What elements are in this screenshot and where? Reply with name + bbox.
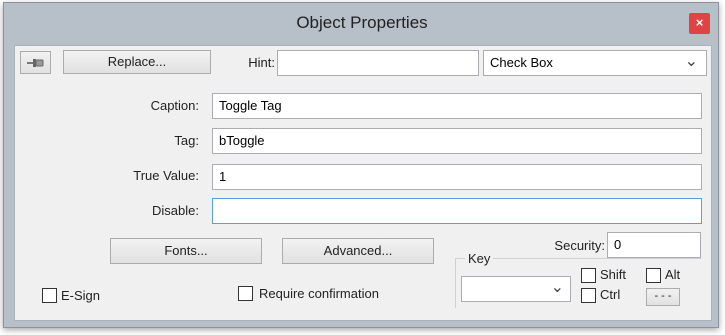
disable-label: Disable: [152,203,199,218]
pushpin-icon [26,59,43,67]
key-select[interactable]: ⌄ [461,276,571,302]
object-type-select[interactable]: Check Box ⌄ [483,50,707,76]
require-confirmation-checkbox[interactable] [238,286,253,301]
key-chevron-down-icon: ⌄ [550,279,564,296]
tag-label: Tag: [174,133,199,148]
disable-input[interactable] [212,198,702,224]
require-confirmation-label: Require confirmation [259,286,379,301]
security-label: Security: [554,238,605,253]
fonts-button[interactable]: Fonts... [110,238,262,264]
hint-label: Hint: [248,55,275,70]
alt-checkbox[interactable] [646,268,661,283]
shift-checkbox[interactable] [581,268,596,283]
chevron-down-icon: ⌄ [684,53,698,70]
more-keys-button[interactable]: - - - [646,288,680,306]
close-button[interactable]: × [689,13,710,34]
esign-label: E-Sign [61,288,101,303]
ctrl-checkbox[interactable] [581,288,596,303]
shift-label: Shift [600,267,627,282]
ctrl-label: Ctrl [600,287,621,302]
caption-input[interactable]: Toggle Tag [212,93,702,119]
pin-button[interactable] [20,51,51,74]
true-value-input[interactable]: 1 [212,164,702,190]
close-icon: × [695,15,704,30]
window-title: Object Properties [296,13,428,32]
caption-label: Caption: [150,98,199,113]
dialog-client-area: Replace... Hint: Check Box ⌄ Caption: To… [14,45,712,321]
alt-label: Alt [665,267,681,282]
object-properties-window: Object Properties × Replace... Hint: Che… [3,2,719,328]
key-group-label: Key [465,251,494,266]
replace-button[interactable]: Replace... [63,50,211,74]
security-input[interactable]: 0 [607,232,701,258]
tag-input[interactable]: bToggle [212,128,702,154]
advanced-button[interactable]: Advanced... [282,238,434,264]
true-value-label: True Value: [133,168,199,183]
object-type-value: Check Box [490,55,553,70]
hint-input[interactable] [277,50,479,76]
esign-checkbox[interactable] [42,288,57,303]
